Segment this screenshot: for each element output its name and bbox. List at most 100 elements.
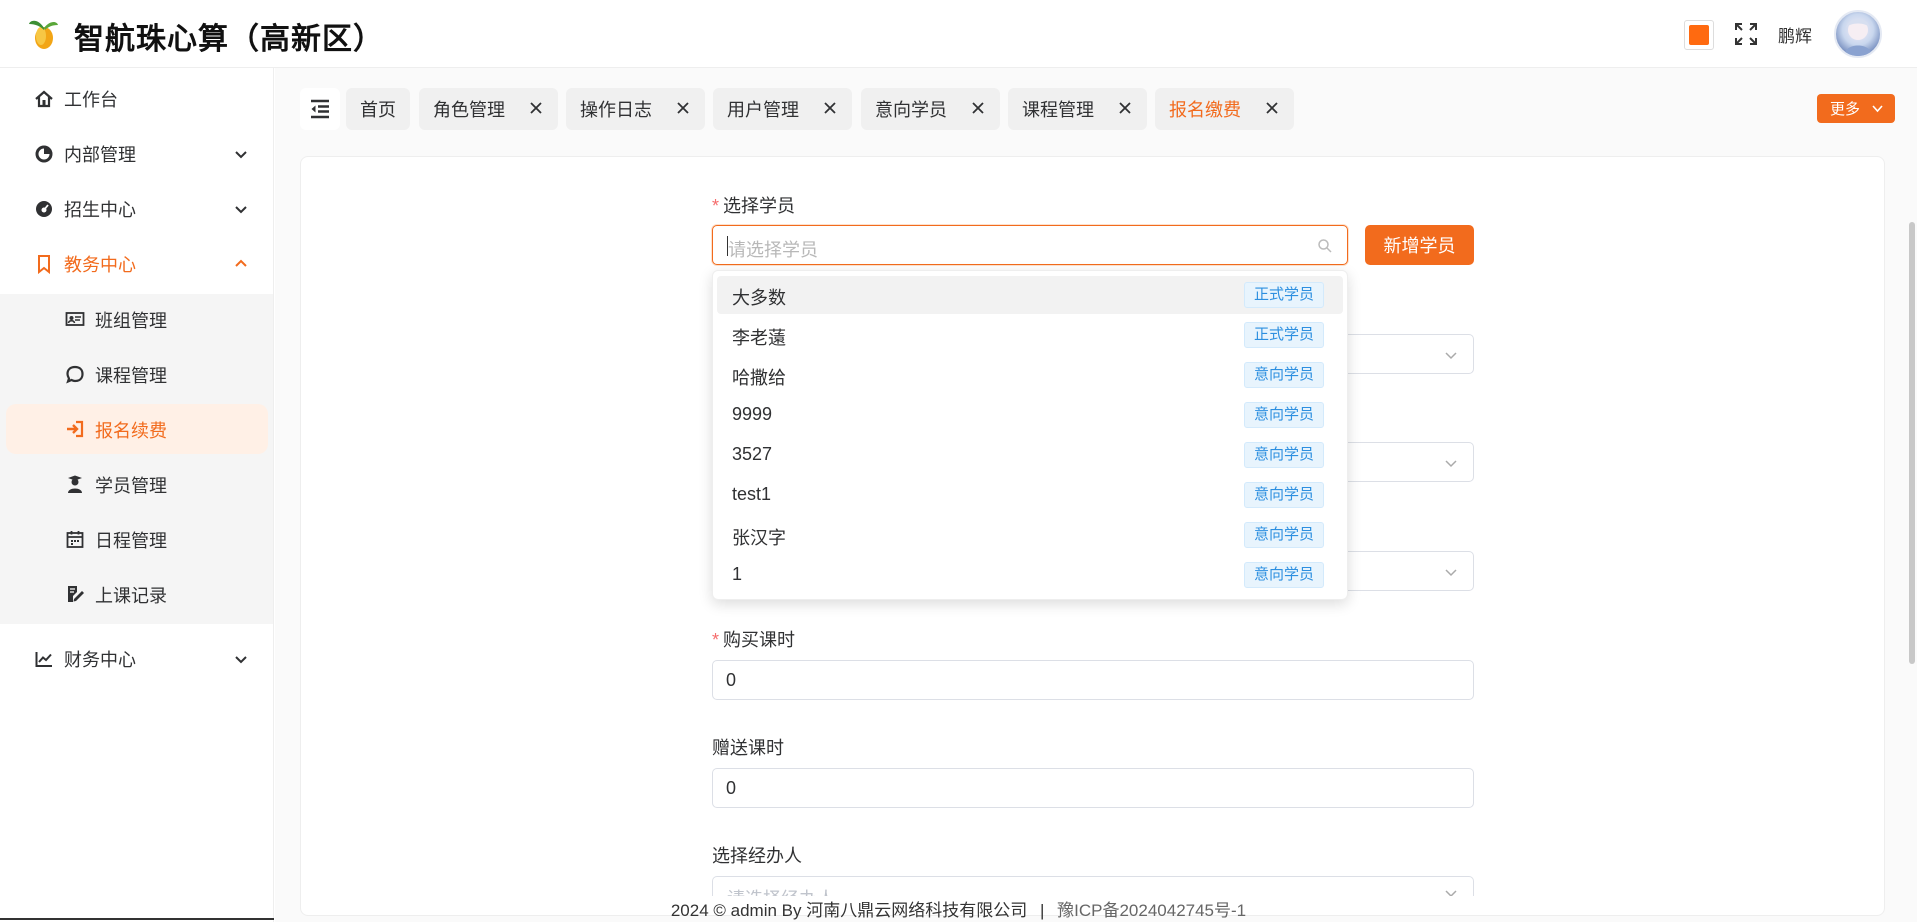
student-type-tag: 意向学员: [1244, 442, 1325, 468]
footer-icp-link[interactable]: 豫ICP备2024042745号-1: [1057, 901, 1246, 920]
chat-icon: [64, 363, 86, 385]
student-field-label: * 选择学员: [712, 196, 796, 216]
student-select-input[interactable]: 请选择学员: [712, 225, 1348, 265]
avatar[interactable]: [1834, 10, 1882, 58]
sidebar-item-class-group[interactable]: 班组管理: [0, 294, 273, 344]
student-option[interactable]: test1 意向学员: [717, 476, 1343, 514]
sidebar-item-class-records[interactable]: 上课记录: [0, 569, 273, 619]
student-option[interactable]: 哈撒给 意向学员: [717, 356, 1343, 394]
student-option-name: 9999: [732, 404, 773, 424]
footer-copyright: 2024 © admin By 河南八鼎云网络科技有限公司: [670, 901, 1028, 920]
sidebar-item-internal[interactable]: 内部管理: [0, 129, 274, 179]
sidebar-subitem-label: 学员管理: [95, 476, 167, 496]
student-type-tag: 意向学员: [1244, 562, 1325, 588]
sidebar-subitem-label: 日程管理: [95, 531, 167, 551]
student-option[interactable]: 9999 意向学员: [717, 396, 1343, 434]
close-icon[interactable]: [970, 100, 986, 116]
sidebar-item-schedule[interactable]: 日程管理: [0, 514, 273, 564]
student-type-tag: 正式学员: [1244, 322, 1325, 348]
student-option-name: 哈撒给: [732, 368, 786, 388]
student-option[interactable]: 李老薳 正式学员: [717, 316, 1343, 354]
student-option[interactable]: 3527 意向学员: [717, 436, 1343, 474]
tab-label: 用户管理: [727, 100, 799, 120]
tab-operation-log[interactable]: 操作日志: [566, 88, 705, 130]
student-dropdown: 大多数 正式学员 李老薳 正式学员 哈撒给 意向学员 9999 意向学员 352…: [712, 270, 1348, 600]
gift-hours-label: 赠送课时: [712, 738, 784, 758]
footer-separator: |: [1039, 901, 1045, 920]
sidebar-item-student[interactable]: 学员管理: [0, 459, 273, 509]
student-type-tag: 正式学员: [1244, 282, 1325, 308]
tab-registration-payment[interactable]: 报名缴费: [1155, 88, 1294, 130]
tab-label: 操作日志: [580, 100, 652, 120]
sidebar: 工作台 内部管理 招生中心 教务中心 班组管理 课程管理 报名续费 学员管理 日…: [0, 68, 274, 922]
chevron-down-icon: [235, 206, 247, 214]
edit-record-icon: [64, 583, 86, 605]
close-icon[interactable]: [1264, 100, 1280, 116]
tab-label: 意向学员: [875, 100, 947, 120]
buy-hours-label: * 购买课时: [712, 630, 796, 650]
student-option-name: 3527: [732, 444, 773, 464]
student-option[interactable]: 1 意向学员: [717, 556, 1343, 594]
student-select-placeholder: 请选择学员: [728, 240, 818, 260]
chevron-down-icon: [235, 656, 247, 664]
footer: 2024 © admin By 河南八鼎云网络科技有限公司 | 豫ICP备202…: [0, 896, 1917, 922]
close-icon[interactable]: [675, 100, 691, 116]
student-option-name: 大多数: [732, 288, 786, 308]
buy-hours-input[interactable]: 0: [712, 660, 1474, 700]
tab-prospective-students[interactable]: 意向学员: [861, 88, 1000, 130]
sidebar-item-label: 财务中心: [64, 650, 136, 670]
sidebar-item-registration[interactable]: 报名续费: [0, 404, 273, 454]
close-icon[interactable]: [528, 100, 544, 116]
tab-role-management[interactable]: 角色管理: [419, 88, 558, 130]
sidebar-subitem-label: 上课记录: [95, 586, 167, 606]
sidebar-item-label: 工作台: [64, 90, 118, 110]
tab-user-management[interactable]: 用户管理: [713, 88, 852, 130]
add-student-button[interactable]: 新增学员: [1365, 225, 1474, 265]
gift-hours-input[interactable]: 0: [712, 768, 1474, 808]
agent-label: 选择经办人: [712, 846, 802, 866]
sidebar-item-academic[interactable]: 教务中心: [0, 239, 274, 289]
student-type-tag: 意向学员: [1244, 402, 1325, 428]
sidebar-subitem-label: 班组管理: [95, 311, 167, 331]
chevron-down-icon: [235, 151, 247, 159]
scrollbar-thumb[interactable]: [1909, 222, 1915, 664]
chevron-down-icon: [1445, 352, 1457, 360]
tab-label: 报名缴费: [1169, 100, 1241, 120]
chevron-down-icon: [1445, 569, 1457, 577]
theme-color-picker[interactable]: [1684, 20, 1714, 50]
close-icon[interactable]: [1117, 100, 1133, 116]
student-option[interactable]: 张汉字 意向学员: [717, 516, 1343, 554]
close-icon[interactable]: [822, 100, 838, 116]
fullscreen-icon[interactable]: [1732, 20, 1760, 48]
username[interactable]: 鹏辉: [1778, 22, 1812, 47]
bookmark-icon: [33, 253, 55, 275]
more-tabs-button[interactable]: 更多: [1817, 94, 1895, 123]
agent-select-placeholder: 请选择经办人: [727, 885, 835, 896]
chart-circle-icon: [33, 143, 55, 165]
sidebar-item-finance[interactable]: 财务中心: [0, 634, 274, 684]
student-option[interactable]: 大多数 正式学员: [717, 276, 1343, 314]
sidebar-item-label: 教务中心: [64, 255, 136, 275]
student-option-name: 1: [732, 564, 743, 584]
tab-course-management[interactable]: 课程管理: [1008, 88, 1147, 130]
student-option-name: 李老薳: [732, 328, 786, 348]
agent-select[interactable]: 请选择经办人: [712, 876, 1474, 896]
student-type-tag: 意向学员: [1244, 362, 1325, 388]
tab-home[interactable]: 首页: [346, 88, 410, 130]
tab-label: 首页: [360, 100, 396, 120]
collapse-sidebar-button[interactable]: [300, 88, 340, 130]
sidebar-item-workbench[interactable]: 工作台: [0, 74, 274, 124]
sidebar-item-course[interactable]: 课程管理: [0, 349, 273, 399]
more-button-label: 更多: [1830, 101, 1861, 118]
student-icon: [64, 473, 86, 495]
sidebar-subitem-label: 报名续费: [95, 421, 167, 441]
sidebar-item-enrollment[interactable]: 招生中心: [0, 184, 274, 234]
home-icon: [33, 88, 55, 110]
student-type-tag: 意向学员: [1244, 482, 1325, 508]
app-title: 智航珠心算（高新区）: [74, 23, 384, 56]
tab-label: 课程管理: [1022, 100, 1094, 120]
tab-label: 角色管理: [433, 100, 505, 120]
trend-chart-icon: [33, 648, 55, 670]
chevron-down-icon: [1872, 105, 1883, 113]
academic-submenu: 班组管理 课程管理 报名续费 学员管理 日程管理 上课记录: [0, 294, 273, 624]
